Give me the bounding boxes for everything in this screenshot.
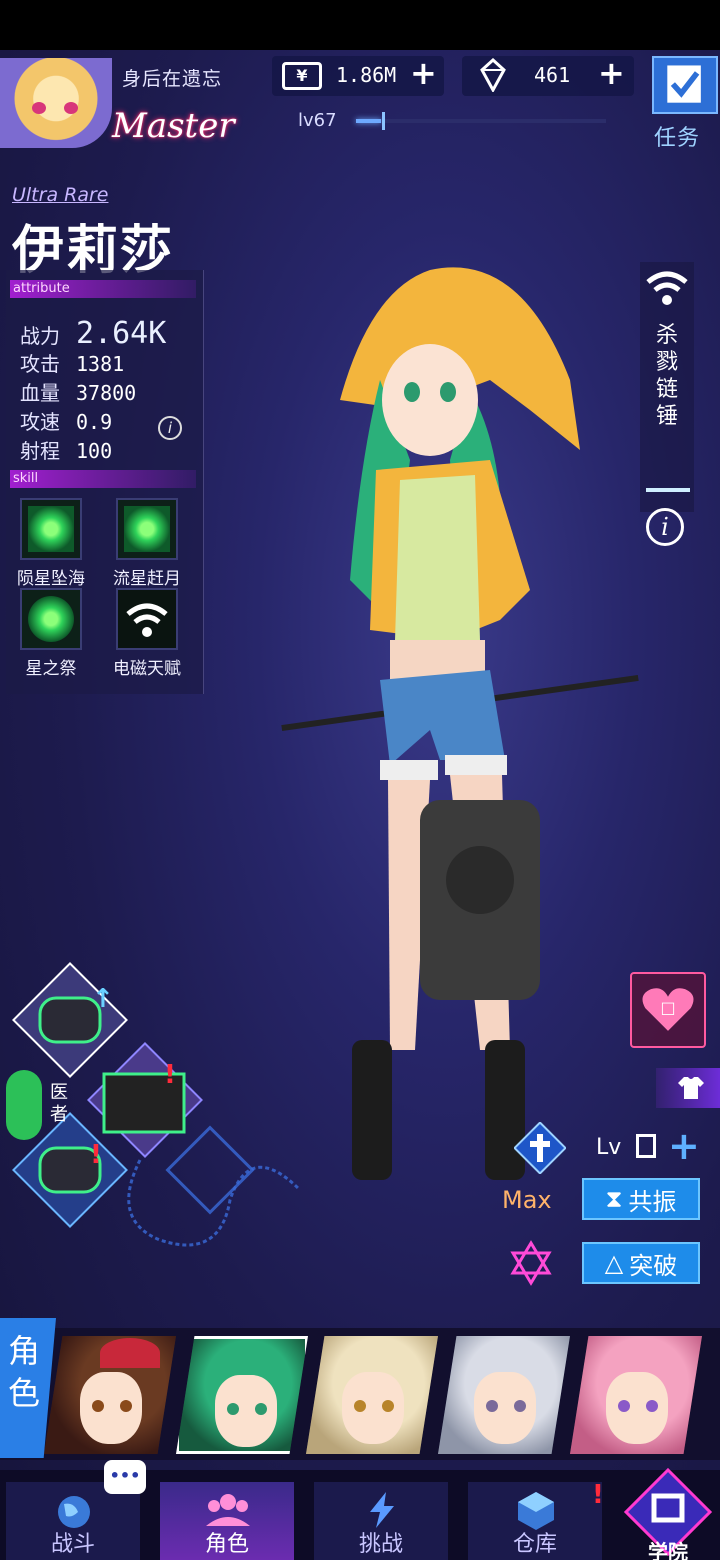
- breakthrough-label: 突破: [629, 1251, 678, 1280]
- character-portrait-2-selected[interactable]: [176, 1336, 308, 1454]
- gem-counter[interactable]: 461 +: [462, 54, 634, 96]
- role-tab-char: 色: [8, 1374, 41, 1412]
- nav-warehouse[interactable]: 仓库: [468, 1482, 602, 1560]
- weapon-name: 杀 戮 链 锤: [655, 323, 678, 429]
- resonance-button[interactable]: ⧗ 共振: [582, 1178, 700, 1220]
- money-value: 1.86M: [336, 63, 397, 87]
- level-up-plus-icon[interactable]: +: [668, 1124, 700, 1168]
- stat-key: 战力: [20, 324, 60, 348]
- nav-warehouse-label: 仓库: [512, 1532, 557, 1557]
- role-tab-char: 角: [8, 1332, 41, 1370]
- stat-row-power: 战力 2.64K: [20, 316, 166, 351]
- nav-academy-label: 学院: [648, 1540, 688, 1560]
- money-icon: ¥: [282, 62, 322, 90]
- hourglass-icon: ⧗: [605, 1185, 623, 1213]
- stat-key: 攻速: [20, 410, 60, 434]
- equip-slot-2: [87, 1042, 203, 1158]
- role-label: 医者: [50, 1082, 68, 1125]
- max-label: Max: [502, 1186, 552, 1214]
- upgrade-level-label: Lv: [596, 1135, 622, 1160]
- stat-value: 2.64K: [76, 316, 167, 351]
- gem-add-icon[interactable]: +: [598, 54, 625, 92]
- affection-button[interactable]: □: [630, 972, 706, 1048]
- stat-value: 1381: [76, 352, 125, 376]
- xp-bar: [356, 112, 606, 130]
- shirt-icon: [678, 1077, 704, 1099]
- breakthrough-button[interactable]: △ 突破: [582, 1242, 700, 1284]
- stat-row-range: 射程 100: [20, 435, 112, 464]
- character-portrait-1[interactable]: [44, 1336, 176, 1454]
- stat-row-attack: 攻击 1381: [20, 348, 124, 377]
- outfit-tab[interactable]: [656, 1068, 720, 1108]
- wifi-icon: [126, 603, 168, 637]
- nav-academy[interactable]: 学院: [620, 1466, 716, 1560]
- nav-character-label: 角色: [204, 1532, 249, 1557]
- affection-value: □: [660, 998, 676, 1017]
- status-bar: [0, 0, 720, 50]
- alert-icon: !: [90, 1140, 102, 1170]
- skill-label-4: 电磁天赋: [113, 659, 181, 679]
- character-portrait-5[interactable]: [570, 1336, 702, 1454]
- rank-title: Master: [112, 106, 235, 146]
- star-of-david-icon: [510, 1240, 552, 1286]
- skill-icon-2[interactable]: [116, 498, 178, 560]
- money-add-icon[interactable]: +: [410, 54, 437, 92]
- player-level: lv67: [298, 110, 337, 131]
- stat-value: 100: [76, 439, 113, 463]
- equipment-slots: [6, 962, 302, 1247]
- skill-header: skill: [10, 470, 196, 488]
- stat-key: 射程: [20, 439, 60, 463]
- alert-icon: !: [164, 1060, 176, 1090]
- weapon-divider: [646, 488, 690, 492]
- triangle-icon: △: [604, 1249, 624, 1277]
- nav-challenge-label: 挑战: [358, 1532, 403, 1557]
- stat-key: 血量: [20, 381, 60, 405]
- skill-icon-4[interactable]: [116, 588, 178, 650]
- skill-label-3: 星之祭: [25, 659, 77, 679]
- character-portrait-4[interactable]: [438, 1336, 570, 1454]
- lightning-icon: [370, 1492, 394, 1528]
- attribute-header: attribute: [10, 280, 196, 298]
- gem-icon: [480, 58, 506, 92]
- character-portrait-3[interactable]: [306, 1336, 438, 1454]
- holy-cross-icon[interactable]: [514, 1122, 566, 1174]
- money-counter[interactable]: ¥ 1.86M +: [272, 54, 444, 96]
- task-button[interactable]: 任务: [648, 52, 720, 151]
- equip-slot-1: [12, 962, 128, 1078]
- character-illustration[interactable]: [280, 260, 640, 1190]
- upgrade-level-box: [636, 1134, 656, 1158]
- rarity-label: Ultra Rare: [12, 184, 109, 206]
- alert-icon: !: [592, 1480, 604, 1510]
- player-name: 身后在遗忘: [122, 68, 223, 90]
- stat-key: 攻击: [20, 352, 60, 376]
- nav-character[interactable]: 角色: [160, 1482, 294, 1560]
- stat-row-speed: 攻速 0.9: [20, 406, 112, 435]
- resonance-label: 共振: [628, 1187, 677, 1216]
- stat-row-hp: 血量 37800: [20, 377, 136, 406]
- stats-info-icon[interactable]: i: [158, 416, 182, 440]
- player-avatar[interactable]: [0, 58, 112, 148]
- skill-label-2: 流星赶月: [113, 569, 181, 589]
- skill-icon-3[interactable]: [20, 588, 82, 650]
- upgrade-arrow-icon: ↑: [92, 984, 114, 1014]
- cube-icon: [518, 1492, 554, 1530]
- group-icon: [206, 1494, 250, 1526]
- gem-value: 461: [534, 63, 571, 87]
- skill-icon-1[interactable]: [20, 498, 82, 560]
- nav-battle-label: 战斗: [50, 1532, 95, 1557]
- stat-value: 37800: [76, 381, 137, 405]
- weapon-info-icon[interactable]: i: [646, 508, 684, 546]
- wifi-icon: [646, 271, 688, 305]
- checklist-icon: [667, 65, 701, 103]
- nav-challenge[interactable]: 挑战: [314, 1482, 448, 1560]
- skill-label-1: 陨星坠海: [17, 569, 85, 589]
- chat-icon[interactable]: •••: [104, 1460, 146, 1494]
- stat-value: 0.9: [76, 410, 113, 434]
- task-label: 任务: [654, 126, 701, 151]
